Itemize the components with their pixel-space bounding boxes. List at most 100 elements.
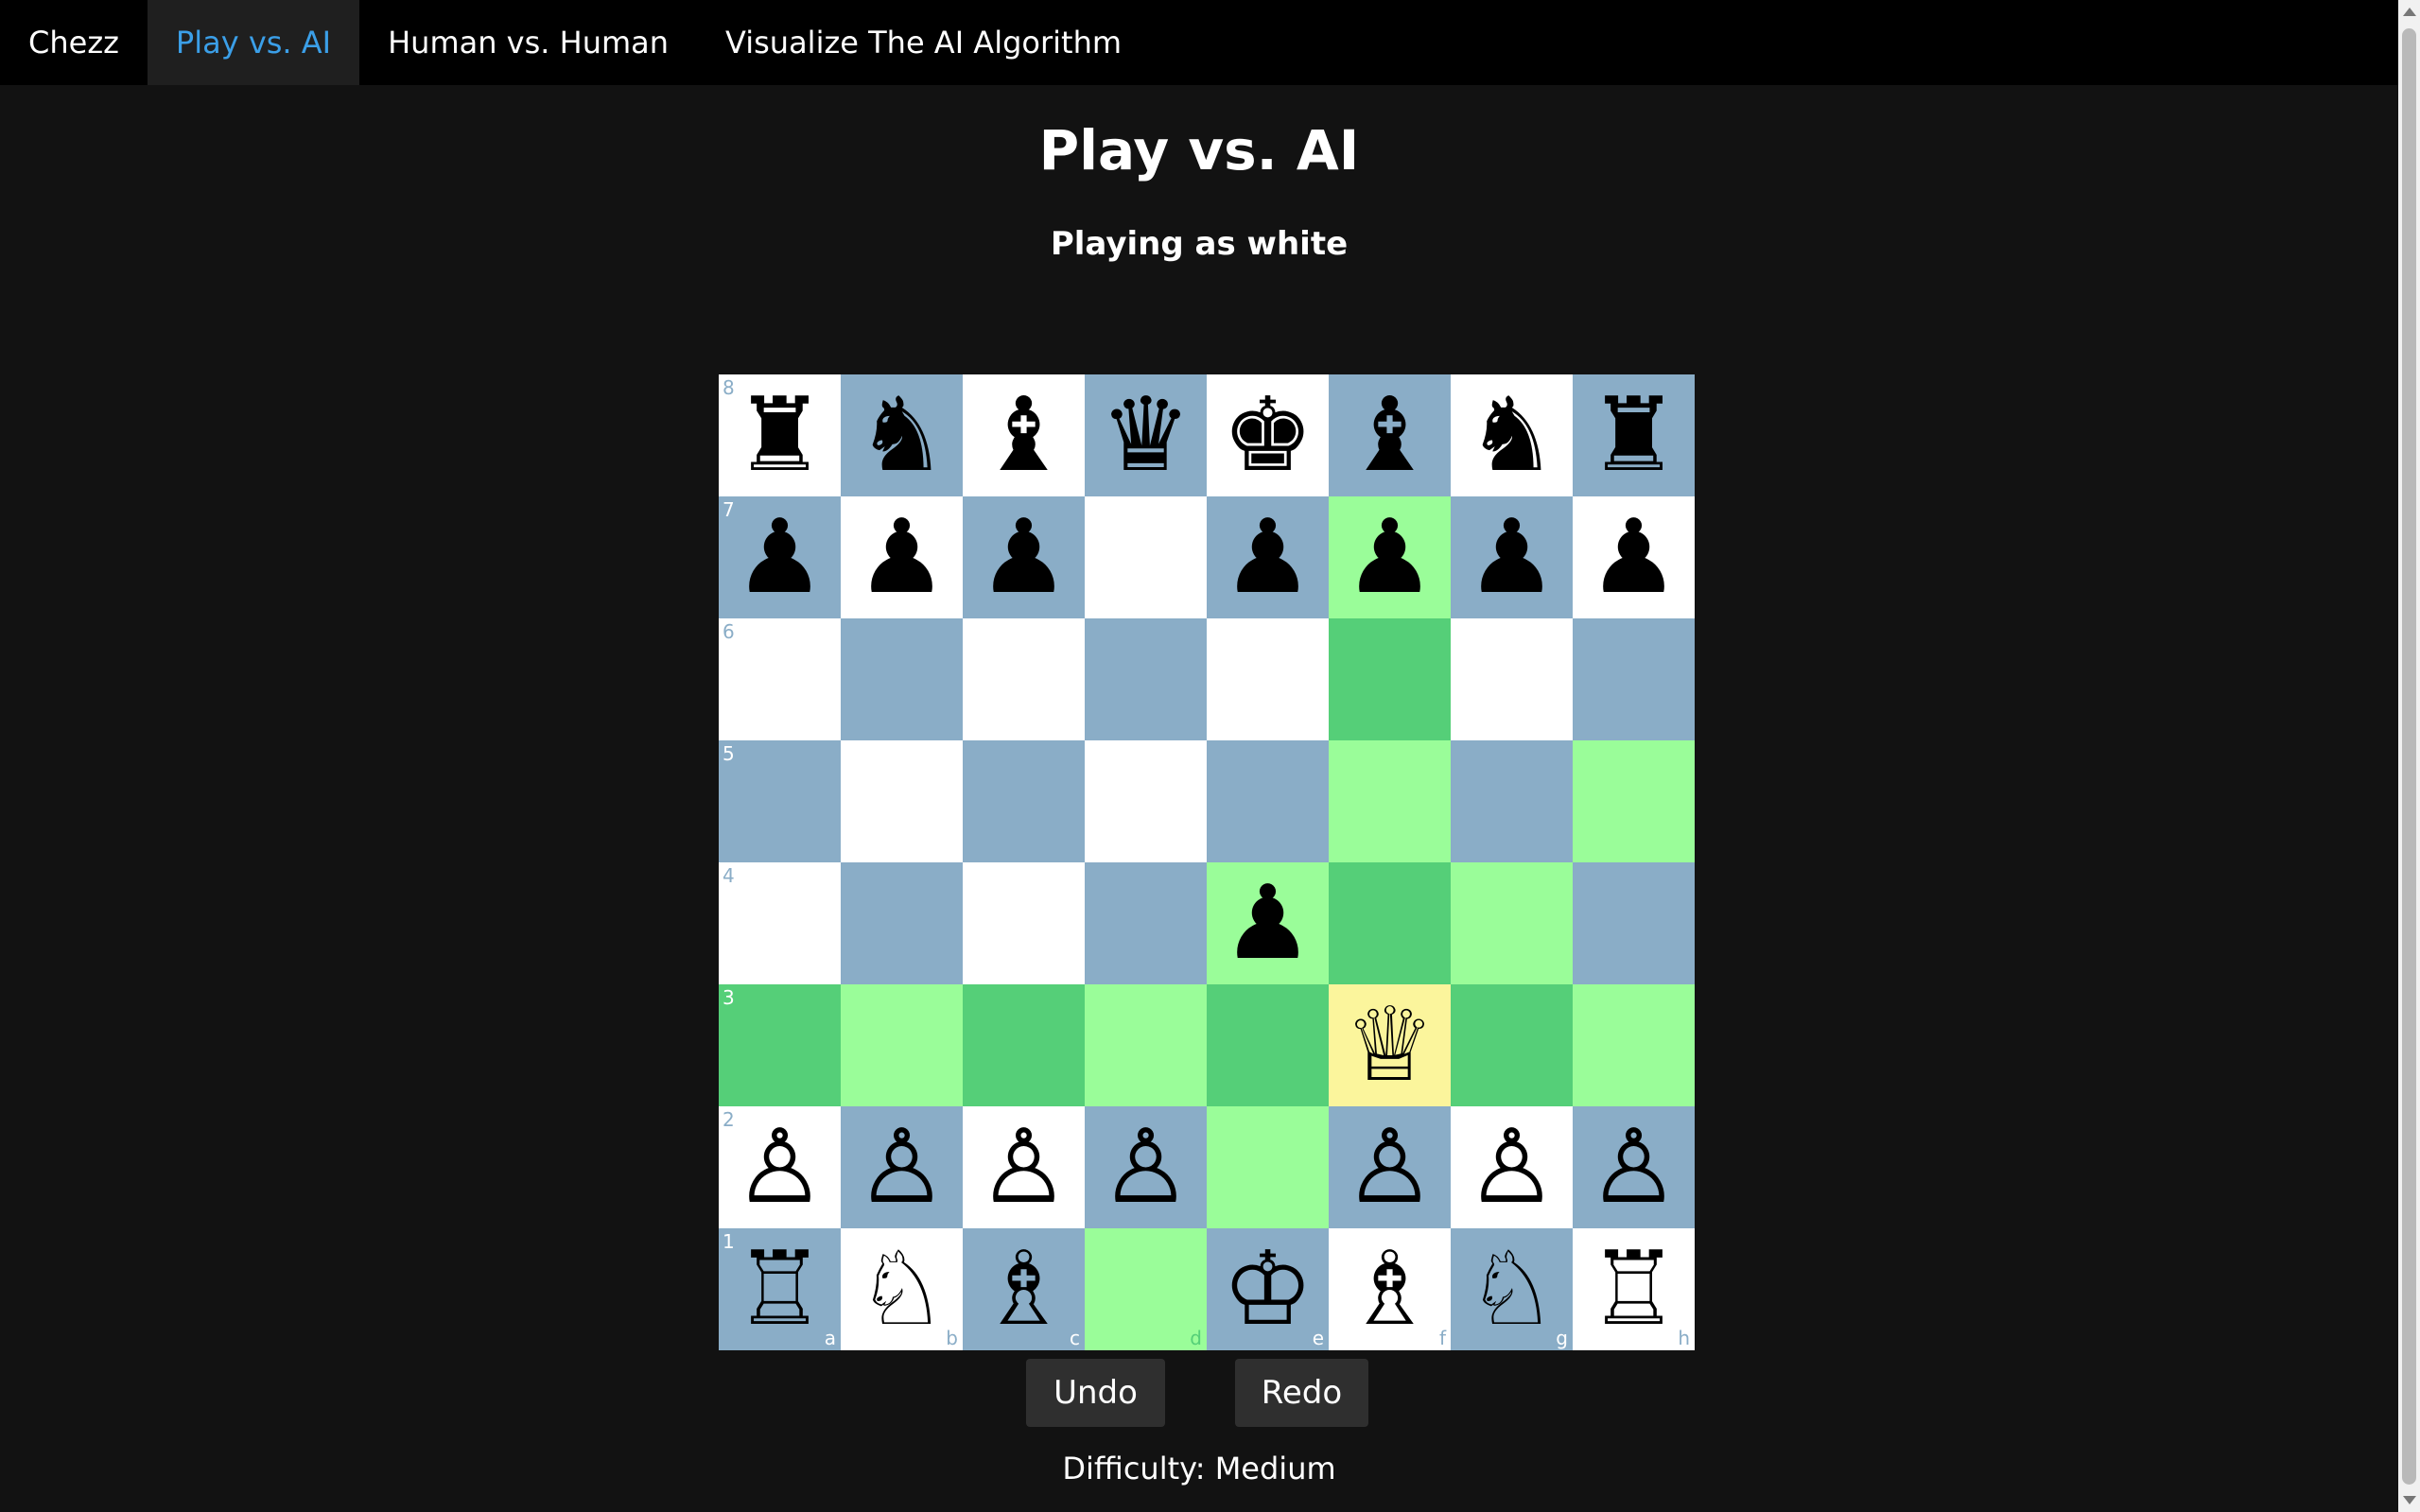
square-b2[interactable]: ♙: [841, 1106, 963, 1228]
black-pawn-icon[interactable]: ♟: [1222, 506, 1314, 609]
square-f1[interactable]: f ♗: [1329, 1228, 1451, 1350]
white-pawn-icon[interactable]: ♙: [734, 1116, 826, 1219]
black-rook-icon[interactable]: ♜: [734, 384, 826, 487]
white-pawn-icon[interactable]: ♙: [856, 1116, 948, 1219]
square-h4[interactable]: [1573, 862, 1695, 984]
black-king-icon[interactable]: ♚: [1222, 384, 1314, 487]
black-pawn-icon[interactable]: ♟: [856, 506, 948, 609]
square-c2[interactable]: ♙: [963, 1106, 1085, 1228]
white-knight-icon[interactable]: ♘: [1466, 1238, 1558, 1341]
square-g7[interactable]: ♟: [1451, 496, 1573, 618]
square-g1[interactable]: g ♘: [1451, 1228, 1573, 1350]
scrollbar-thumb[interactable]: [2402, 28, 2416, 1485]
square-d7[interactable]: [1085, 496, 1207, 618]
square-b6[interactable]: [841, 618, 963, 740]
redo-button[interactable]: Redo: [1235, 1359, 1368, 1427]
square-f3[interactable]: ♕: [1329, 984, 1451, 1106]
scroll-down-arrow-icon[interactable]: [2403, 1496, 2416, 1504]
square-c6[interactable]: [963, 618, 1085, 740]
square-e4[interactable]: ♟: [1207, 862, 1329, 984]
square-a4[interactable]: 4: [719, 862, 841, 984]
white-bishop-icon[interactable]: ♗: [978, 1238, 1070, 1341]
square-b8[interactable]: ♞: [841, 374, 963, 496]
square-e2[interactable]: [1207, 1106, 1329, 1228]
black-pawn-icon[interactable]: ♟: [1344, 506, 1436, 609]
black-pawn-icon[interactable]: ♟: [734, 506, 826, 609]
square-d6[interactable]: [1085, 618, 1207, 740]
square-b5[interactable]: [841, 740, 963, 862]
nav-brand[interactable]: Chezz: [0, 0, 148, 85]
square-e7[interactable]: ♟: [1207, 496, 1329, 618]
square-f2[interactable]: ♙: [1329, 1106, 1451, 1228]
white-pawn-icon[interactable]: ♙: [1100, 1116, 1192, 1219]
square-h1[interactable]: h ♖: [1573, 1228, 1695, 1350]
white-pawn-icon[interactable]: ♙: [1588, 1116, 1680, 1219]
black-knight-icon[interactable]: ♞: [856, 384, 948, 487]
white-queen-icon[interactable]: ♕: [1344, 994, 1436, 1097]
square-g5[interactable]: [1451, 740, 1573, 862]
square-c5[interactable]: [963, 740, 1085, 862]
scroll-up-arrow-icon[interactable]: [2403, 8, 2416, 16]
square-e3[interactable]: [1207, 984, 1329, 1106]
square-e6[interactable]: [1207, 618, 1329, 740]
square-h3[interactable]: [1573, 984, 1695, 1106]
square-f5[interactable]: [1329, 740, 1451, 862]
black-queen-icon[interactable]: ♛: [1100, 384, 1192, 487]
square-b7[interactable]: ♟: [841, 496, 963, 618]
square-g2[interactable]: ♙: [1451, 1106, 1573, 1228]
square-h5[interactable]: [1573, 740, 1695, 862]
square-g3[interactable]: [1451, 984, 1573, 1106]
vertical-scrollbar[interactable]: [2398, 0, 2420, 1512]
white-rook-icon[interactable]: ♖: [1588, 1238, 1680, 1341]
square-a6[interactable]: 6: [719, 618, 841, 740]
black-pawn-icon[interactable]: ♟: [1588, 506, 1680, 609]
black-bishop-icon[interactable]: ♝: [1344, 384, 1436, 487]
square-g8[interactable]: ♞: [1451, 374, 1573, 496]
square-e8[interactable]: ♚: [1207, 374, 1329, 496]
square-a2[interactable]: 2 ♙: [719, 1106, 841, 1228]
square-a3[interactable]: 3: [719, 984, 841, 1106]
square-d3[interactable]: [1085, 984, 1207, 1106]
square-g6[interactable]: [1451, 618, 1573, 740]
black-pawn-icon[interactable]: ♟: [1222, 872, 1314, 975]
square-h7[interactable]: ♟: [1573, 496, 1695, 618]
square-a7[interactable]: 7 ♟: [719, 496, 841, 618]
square-c3[interactable]: [963, 984, 1085, 1106]
black-pawn-icon[interactable]: ♟: [1466, 506, 1558, 609]
black-knight-icon[interactable]: ♞: [1466, 384, 1558, 487]
square-d8[interactable]: ♛: [1085, 374, 1207, 496]
white-bishop-icon[interactable]: ♗: [1344, 1238, 1436, 1341]
square-e1[interactable]: e ♔: [1207, 1228, 1329, 1350]
black-pawn-icon[interactable]: ♟: [978, 506, 1070, 609]
black-bishop-icon[interactable]: ♝: [978, 384, 1070, 487]
square-a1[interactable]: 1 a ♖: [719, 1228, 841, 1350]
square-h6[interactable]: [1573, 618, 1695, 740]
square-h8[interactable]: ♜: [1573, 374, 1695, 496]
square-b4[interactable]: [841, 862, 963, 984]
square-h2[interactable]: ♙: [1573, 1106, 1695, 1228]
square-c8[interactable]: ♝: [963, 374, 1085, 496]
black-rook-icon[interactable]: ♜: [1588, 384, 1680, 487]
square-f4[interactable]: [1329, 862, 1451, 984]
square-f6[interactable]: [1329, 618, 1451, 740]
square-d2[interactable]: ♙: [1085, 1106, 1207, 1228]
white-king-icon[interactable]: ♔: [1222, 1238, 1314, 1341]
square-g4[interactable]: [1451, 862, 1573, 984]
square-d5[interactable]: [1085, 740, 1207, 862]
square-a5[interactable]: 5: [719, 740, 841, 862]
white-knight-icon[interactable]: ♘: [856, 1238, 948, 1341]
nav-human-vs-human[interactable]: Human vs. Human: [359, 0, 697, 85]
square-e5[interactable]: [1207, 740, 1329, 862]
square-d4[interactable]: [1085, 862, 1207, 984]
square-b3[interactable]: [841, 984, 963, 1106]
square-a8[interactable]: 8 ♜: [719, 374, 841, 496]
white-pawn-icon[interactable]: ♙: [978, 1116, 1070, 1219]
undo-button[interactable]: Undo: [1026, 1359, 1165, 1427]
square-c4[interactable]: [963, 862, 1085, 984]
square-f8[interactable]: ♝: [1329, 374, 1451, 496]
square-f7[interactable]: ♟: [1329, 496, 1451, 618]
square-b1[interactable]: b ♘: [841, 1228, 963, 1350]
square-c1[interactable]: c ♗: [963, 1228, 1085, 1350]
square-c7[interactable]: ♟: [963, 496, 1085, 618]
nav-visualize-ai[interactable]: Visualize The AI Algorithm: [697, 0, 1150, 85]
